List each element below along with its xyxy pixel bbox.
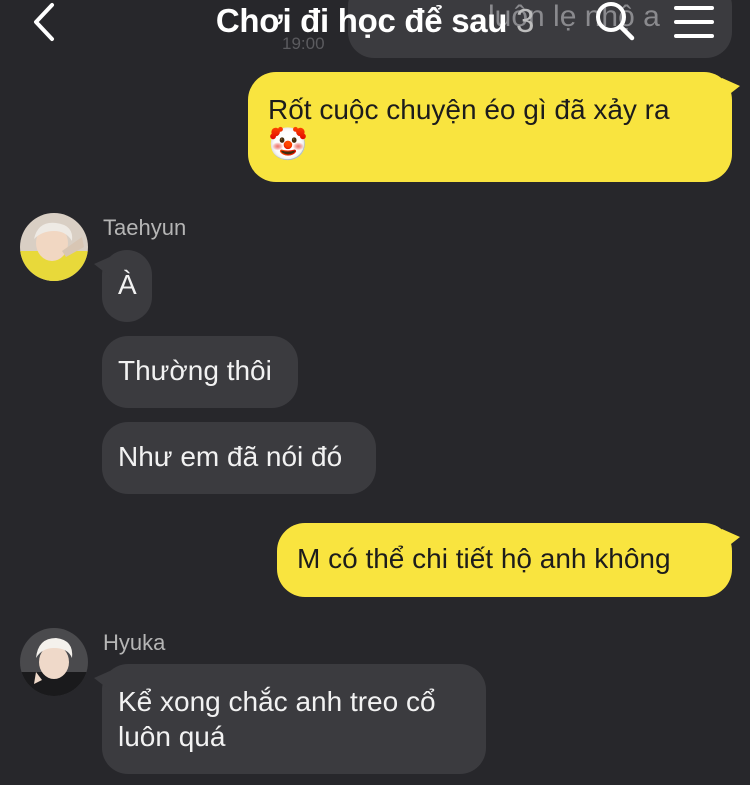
menu-button[interactable] <box>672 6 716 38</box>
hamburger-menu-icon <box>674 6 714 10</box>
incoming-message[interactable]: Thường thôi <box>102 336 298 408</box>
message-text: Như em đã nói đó <box>118 441 343 472</box>
avatar-hyuka[interactable] <box>20 628 88 696</box>
search-button[interactable] <box>594 0 636 42</box>
member-count: 3 <box>516 2 535 39</box>
search-icon <box>596 2 635 41</box>
avatar-image <box>20 213 88 281</box>
avatar-image <box>20 628 88 696</box>
chat-header: Chơi đi học để sau 3 <box>0 0 750 48</box>
outgoing-message[interactable]: M có thể chi tiết hộ anh không <box>277 523 740 597</box>
message-text: Rốt cuộc chuyện éo gì đã xảy ra <box>268 94 670 125</box>
sender-name: Hyuka <box>103 630 166 655</box>
message-text: À <box>118 269 137 300</box>
sender-name: Taehyun <box>103 215 187 240</box>
message-text: M có thể chi tiết hộ anh không <box>297 543 671 574</box>
chat-title: Chơi đi học để sau 3 <box>0 2 750 40</box>
clown-emoji: 🤡 <box>268 126 308 162</box>
incoming-message[interactable]: Như em đã nói đó <box>102 422 376 494</box>
message-text: Thường thôi <box>118 355 272 386</box>
chat-title-text: Chơi đi học để sau <box>215 2 508 39</box>
incoming-message[interactable]: À <box>94 250 152 322</box>
chevron-left-icon <box>34 3 54 41</box>
outgoing-message[interactable]: Rốt cuộc chuyện éo gì đã xảy ra 🤡 <box>248 72 740 182</box>
message-text: Kể xong chắc anh treo cổ luôn quá <box>118 686 436 752</box>
avatar-taehyun[interactable] <box>20 213 88 281</box>
incoming-message[interactable]: Kể xong chắc anh treo cổ luôn quá <box>94 664 486 774</box>
back-button[interactable] <box>22 0 66 44</box>
